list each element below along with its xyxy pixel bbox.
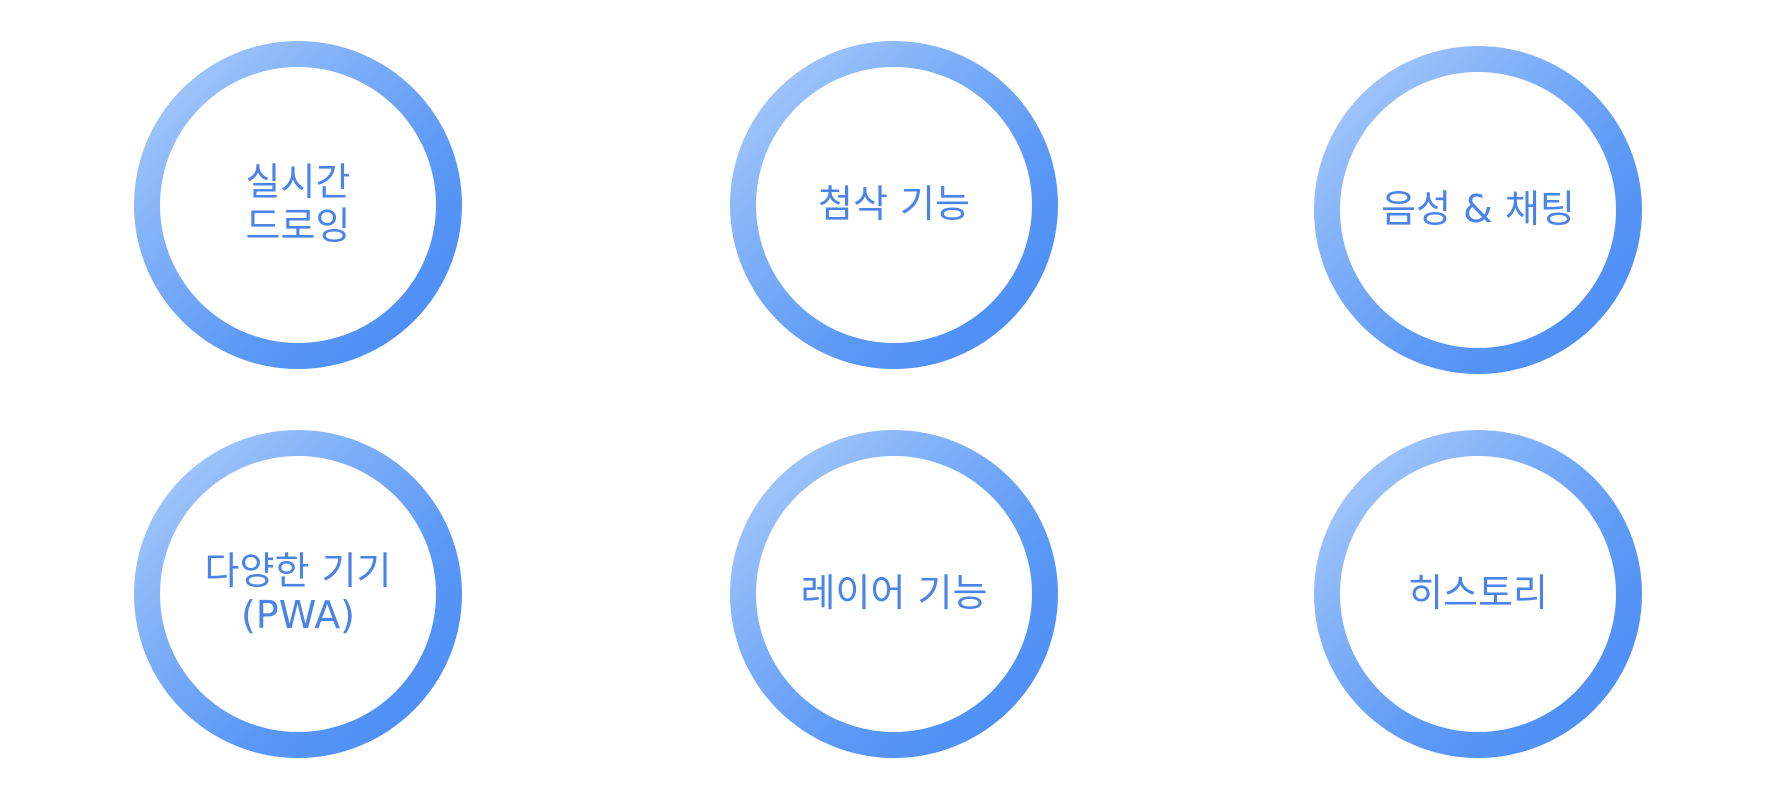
feature-circle-layers[interactable]: 레이어 기능 [730, 430, 1058, 758]
feature-label-multi-device: 다양한 기기 (PWA) [204, 549, 392, 637]
feature-circle-inner: 다양한 기기 (PWA) [160, 456, 436, 732]
feature-circle-history[interactable]: 히스토리 [1314, 430, 1642, 758]
feature-circle-inner: 히스토리 [1340, 456, 1616, 732]
feature-circle-correction[interactable]: 첨삭 기능 [730, 41, 1058, 369]
feature-circle-multi-device[interactable]: 다양한 기기 (PWA) [134, 430, 462, 758]
feature-circle-inner: 음성 & 채팅 [1340, 72, 1616, 348]
feature-label-voice-chat: 음성 & 채팅 [1381, 187, 1575, 232]
feature-label-layers: 레이어 기능 [800, 571, 988, 616]
feature-label-realtime-drawing: 실시간 드로잉 [245, 160, 351, 248]
feature-circle-inner: 실시간 드로잉 [160, 67, 436, 343]
feature-circle-voice-chat[interactable]: 음성 & 채팅 [1314, 46, 1642, 374]
feature-label-correction: 첨삭 기능 [818, 182, 970, 227]
feature-label-history: 히스토리 [1408, 571, 1548, 616]
feature-circle-realtime-drawing[interactable]: 실시간 드로잉 [134, 41, 462, 369]
feature-circle-inner: 레이어 기능 [756, 456, 1032, 732]
feature-circle-inner: 첨삭 기능 [756, 67, 1032, 343]
